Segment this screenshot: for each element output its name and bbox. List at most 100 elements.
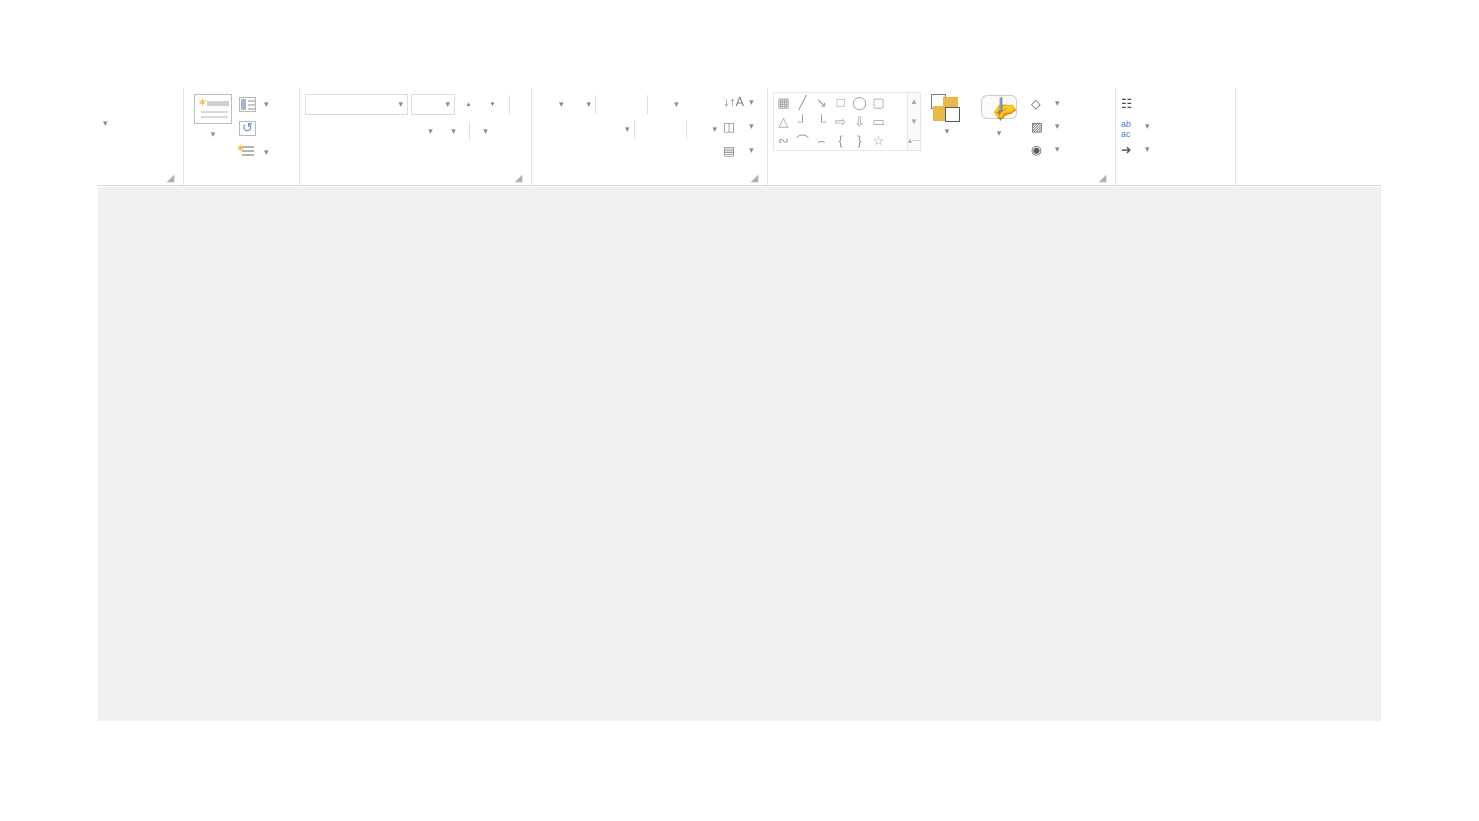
change-case-button[interactable]: ▾: [443, 121, 464, 142]
align-text-button[interactable]: ◫ ▾: [723, 116, 754, 137]
underline-button[interactable]: [351, 121, 372, 142]
shape-fill-button[interactable]: ◇ ▾: [1031, 94, 1060, 112]
shape-right-arrow-icon[interactable]: ⇨: [831, 112, 850, 131]
chevron-down-icon: ▾: [1055, 143, 1060, 154]
text-direction-button[interactable]: ↓↑A ▾: [723, 92, 754, 113]
chevron-down-icon[interactable]: ▾: [445, 99, 450, 110]
scroll-up-icon[interactable]: ▲: [908, 93, 920, 111]
shape-star-icon[interactable]: ☆: [869, 131, 888, 150]
increase-font-size-button[interactable]: ▴: [458, 94, 479, 115]
increase-indent-button[interactable]: [622, 94, 643, 115]
replace-button[interactable]: ab ac ▾: [1121, 117, 1150, 139]
shape-textbox-icon[interactable]: ▦: [774, 93, 793, 112]
cursor-arrow-icon: ➜: [1121, 142, 1132, 157]
arrange-button[interactable]: ▾: [921, 92, 973, 138]
right-to-left-button[interactable]: [661, 119, 682, 140]
chevron-down-icon: ▾: [749, 97, 754, 107]
select-button[interactable]: ➜ ▾: [1121, 140, 1150, 158]
ribbon-group-clipboard: ▾ ◢: [98, 88, 184, 185]
group-label-font: ◢: [305, 169, 526, 185]
shape-elbow-connector-icon[interactable]: ┘: [793, 112, 812, 131]
powerpoint-window: ▾ ◢ ✶ ▾ ▾ ↺ ✷ ▾ ▾ ▾ ▴ ▾ ▾ ▾ ▾ ◢ ▾ ▾ ▾ ▾ …: [0, 0, 1479, 821]
paste-button[interactable]: [103, 92, 108, 109]
shape-curve-icon[interactable]: ⌒: [793, 131, 812, 150]
chevron-down-icon[interactable]: ▾: [398, 99, 403, 110]
decrease-indent-button[interactable]: [600, 94, 621, 115]
shapes-scrollbar[interactable]: ▲ ▼ ▴―: [908, 92, 921, 151]
copy-button[interactable]: ▾: [103, 114, 108, 131]
justify-button[interactable]: [603, 119, 624, 140]
chevron-down-icon: ▾: [483, 125, 488, 136]
numbering-button[interactable]: [565, 94, 586, 115]
drawing-dialog-launcher-icon[interactable]: ◢: [1097, 173, 1108, 184]
convert-to-smartart-button[interactable]: ▤ ▾: [723, 140, 754, 161]
text-shadow-button[interactable]: [374, 121, 395, 142]
find-button[interactable]: ☷: [1121, 94, 1150, 112]
columns-button[interactable]: [691, 119, 712, 140]
shape-oval-icon[interactable]: ◯: [850, 93, 869, 112]
divider: [633, 120, 635, 139]
shape-right-brace-icon[interactable]: }: [850, 131, 869, 150]
italic-button[interactable]: [328, 121, 349, 142]
shape-arc-icon[interactable]: ⌢: [812, 131, 831, 150]
chevron-down-icon[interactable]: ▾: [625, 124, 630, 135]
shape-down-arrow-icon[interactable]: ⇩: [850, 112, 869, 131]
clipboard-dialog-launcher-icon[interactable]: ◢: [165, 173, 176, 184]
chevron-down-icon: ▾: [944, 126, 950, 136]
align-text-icon: ◫: [723, 119, 735, 134]
bold-button[interactable]: [305, 121, 326, 142]
chevron-down-icon: ▾: [1145, 143, 1150, 154]
strikethrough-button[interactable]: [397, 121, 418, 142]
shape-left-brace-icon[interactable]: {: [831, 131, 850, 150]
layout-button[interactable]: ▾: [239, 95, 269, 113]
text-direction-icon: ↓↑A: [723, 94, 744, 109]
paragraph-dialog-launcher-icon[interactable]: ◢: [749, 173, 760, 184]
reset-button[interactable]: [239, 119, 269, 137]
chevron-down-icon: ▾: [428, 125, 433, 136]
shape-effects-button[interactable]: ◉ ▾: [1031, 140, 1060, 158]
font-color-button[interactable]: ▾: [475, 121, 496, 142]
new-slide-button[interactable]: ✶ ▾: [189, 92, 237, 142]
shape-arrow-icon[interactable]: ↘: [812, 93, 831, 112]
shape-fill-icon: ◇: [1031, 96, 1041, 111]
format-painter-button[interactable]: [103, 136, 108, 153]
character-spacing-button[interactable]: ▾: [420, 121, 441, 142]
left-to-right-button[interactable]: [639, 119, 660, 140]
group-label-editing: [1121, 169, 1230, 185]
chevron-down-icon[interactable]: ▾: [674, 99, 679, 110]
group-label-slides: [189, 169, 294, 185]
chevron-down-icon[interactable]: ▾: [559, 99, 564, 110]
chevron-down-icon[interactable]: ▾: [587, 99, 592, 110]
align-center-button[interactable]: [559, 119, 580, 140]
shape-rectangle-icon[interactable]: □: [831, 93, 850, 112]
scroll-down-icon[interactable]: ▼: [908, 113, 920, 131]
shapes-gallery[interactable]: ▦ ╱ ↘ □ ◯ ▢ △ ┘ └ ⇨ ⇩ ▭ ∾ ⌒ ⌢ {} ☆ ▲ ▼ …: [773, 92, 921, 151]
shape-outline-button[interactable]: ▨ ▾: [1031, 117, 1060, 135]
align-right-button[interactable]: [581, 119, 602, 140]
shape-folded-corner-icon[interactable]: ▭: [869, 112, 888, 131]
bullets-button[interactable]: [537, 94, 558, 115]
shapes-more-icon[interactable]: ▴―: [908, 132, 920, 150]
align-left-button[interactable]: [537, 119, 558, 140]
shape-rounded-rectangle-icon[interactable]: ▢: [869, 93, 888, 112]
font-name-input[interactable]: ▾: [305, 93, 408, 115]
shape-line-icon[interactable]: ╱: [793, 93, 812, 112]
quick-styles-icon: ✍: [979, 93, 1020, 125]
new-slide-icon: ✶: [194, 94, 232, 124]
slide-sorter-pane[interactable]: [98, 187, 1381, 721]
section-button[interactable]: ▾: [236, 142, 269, 161]
shape-elbow-arrow-icon[interactable]: └: [812, 112, 831, 131]
quick-styles-label-line2: ▾: [997, 125, 1002, 140]
quick-styles-button[interactable]: ✍ ▾: [973, 92, 1025, 140]
font-dialog-launcher-icon[interactable]: ◢: [513, 173, 524, 184]
shape-freeform-icon[interactable]: ∾: [774, 131, 793, 150]
chevron-down-icon: ▾: [1055, 120, 1060, 131]
chevron-down-icon: ▾: [996, 128, 1002, 138]
font-size-input[interactable]: ▾: [411, 93, 455, 115]
decrease-font-size-button[interactable]: ▾: [482, 94, 503, 115]
shape-triangle-icon[interactable]: △: [774, 112, 793, 131]
chevron-down-icon: ▾: [749, 145, 754, 155]
line-spacing-button[interactable]: [652, 94, 673, 115]
group-label-clipboard: ◢: [103, 169, 178, 185]
new-slide-label-line2: ▾: [211, 126, 216, 142]
